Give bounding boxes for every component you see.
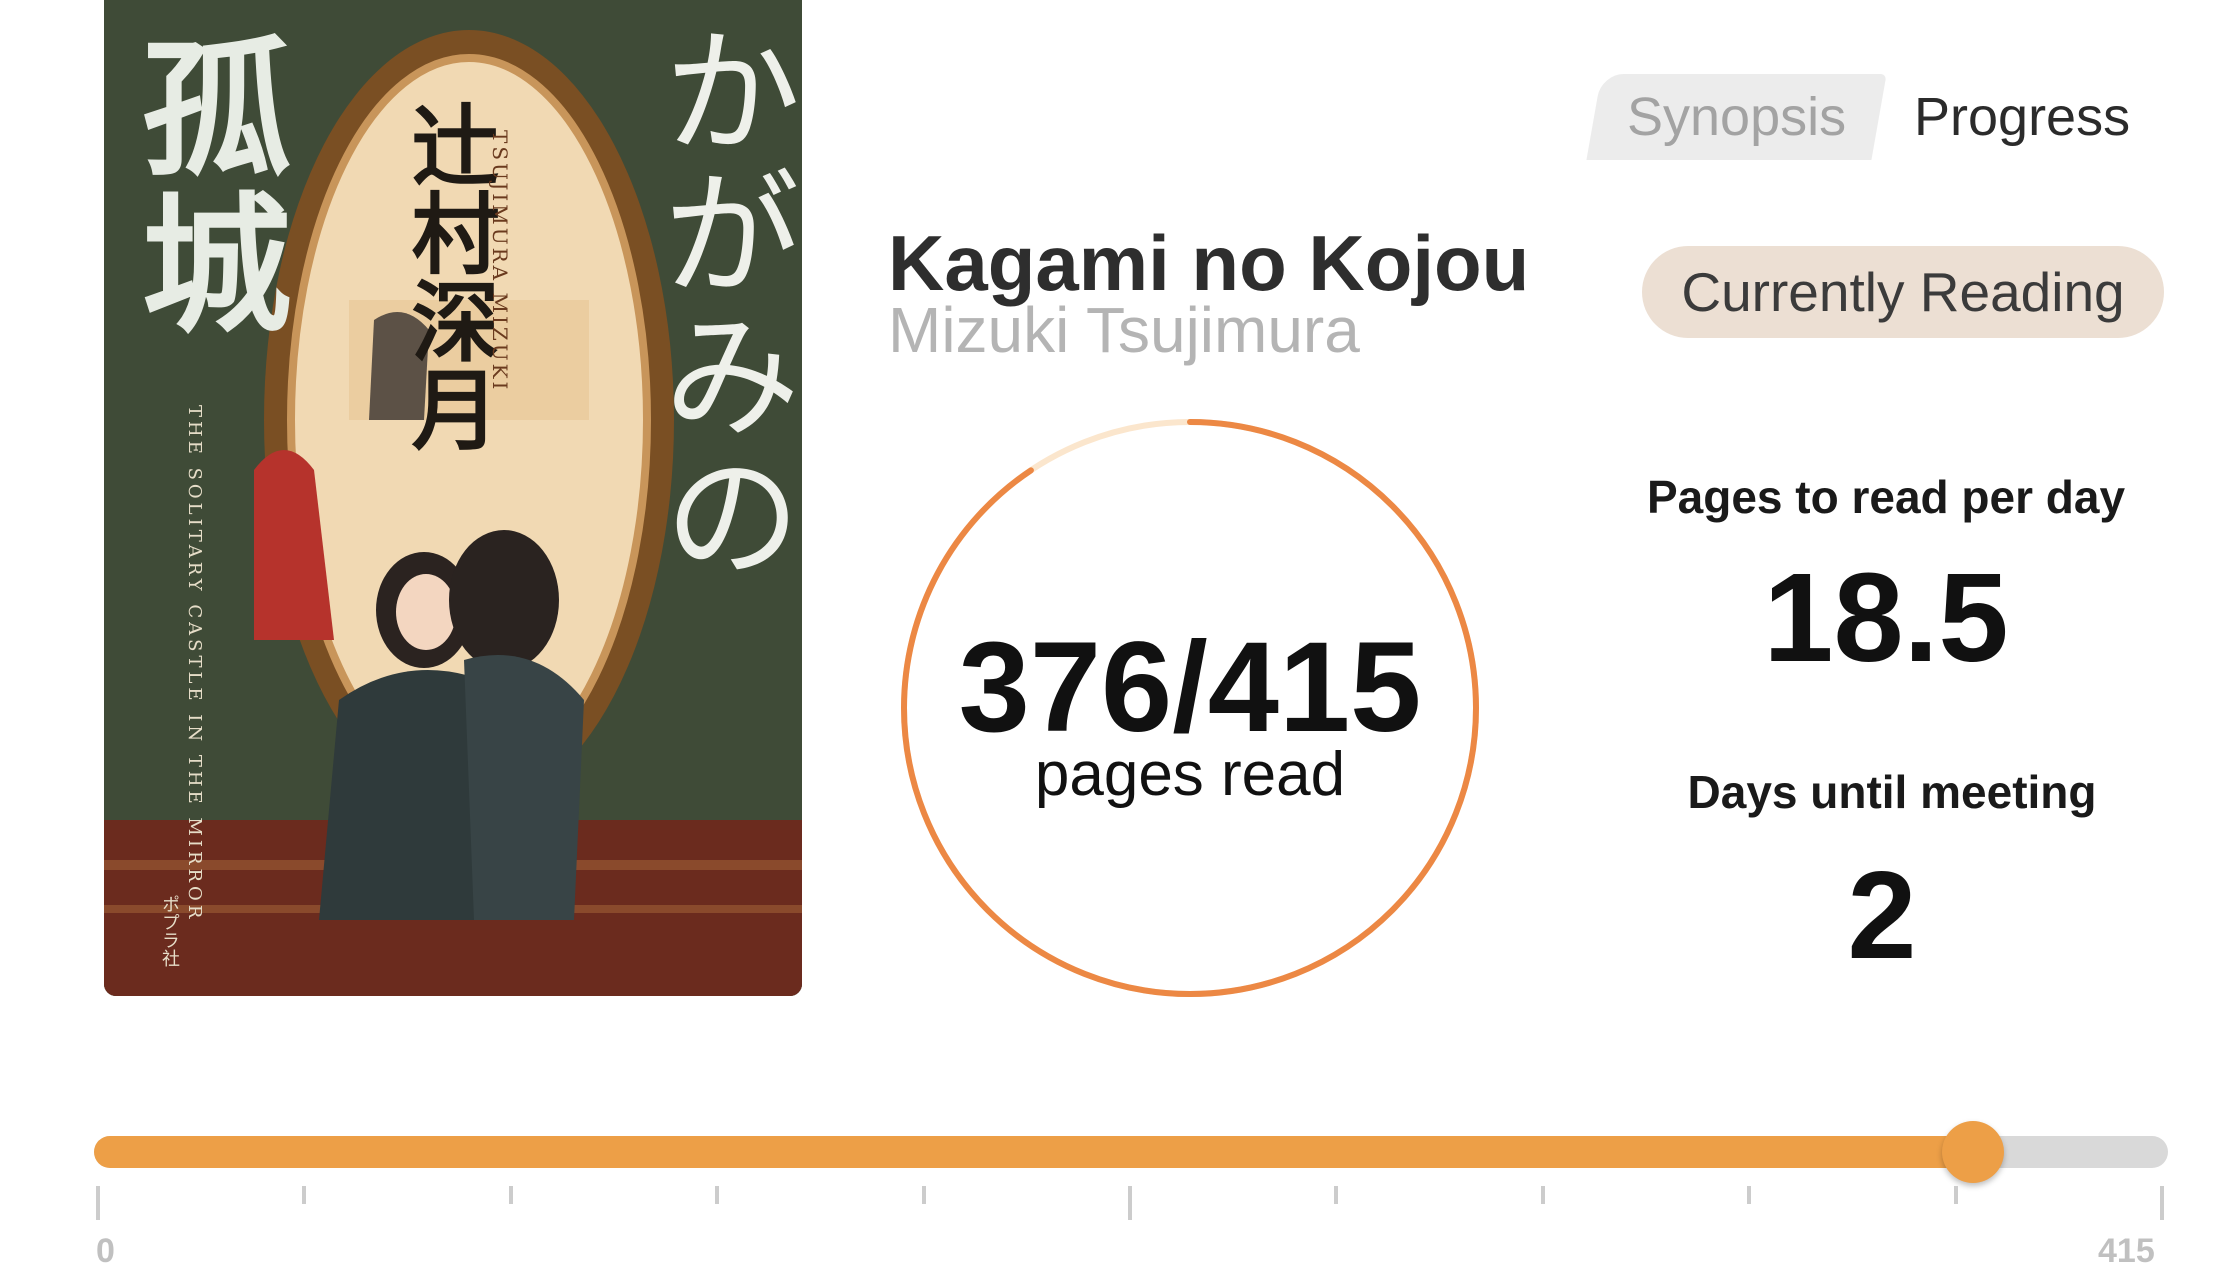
tab-synopsis-label: Synopsis <box>1626 87 1847 147</box>
cover-author-jp: 辻村深月 <box>397 100 501 452</box>
slider-tick <box>1128 1186 1132 1220</box>
tab-synopsis[interactable]: Synopsis <box>1586 74 1887 160</box>
days-until-meeting-label: Days until meeting <box>1687 766 2097 818</box>
slider-tick <box>715 1186 720 1204</box>
slider-tick <box>2160 1186 2164 1220</box>
slider-tick <box>1334 1186 1339 1204</box>
cover-title-kanji: 孤城 <box>116 30 292 342</box>
cover-title-kana: かがみの <box>639 20 800 588</box>
slider-tick <box>1747 1186 1752 1204</box>
status-badge[interactable]: Currently Reading <box>1642 246 2164 338</box>
progress-slider-track[interactable] <box>94 1136 2168 1168</box>
slider-tick <box>1540 1186 1545 1204</box>
cover-author-romaji: TSUJIMURA MIZUKI <box>488 130 512 393</box>
slider-tick <box>96 1186 100 1220</box>
pages-per-day-label: Pages to read per day <box>1646 471 2126 523</box>
slider-tick <box>921 1186 926 1204</box>
pages-read-caption: pages read <box>1034 740 1346 809</box>
cover-publisher: ポプラ社 <box>159 895 180 967</box>
progress-slider-thumb[interactable] <box>1942 1121 2005 1183</box>
pages-read-count: 376/415 <box>958 616 1422 759</box>
book-author: Mizuki Tsujimura <box>888 294 1360 366</box>
progress-slider-fill <box>94 1136 1974 1168</box>
slider-tick <box>508 1186 513 1204</box>
slider-tick <box>302 1186 307 1204</box>
tab-progress[interactable]: Progress <box>1914 74 2130 160</box>
slider-min-label: 0 <box>96 1232 115 1270</box>
book-cover: 孤城 かがみの 辻村深月 TSUJIMURA MIZUKI THE SOLITA… <box>104 0 802 996</box>
slider-tick <box>1953 1186 1958 1204</box>
slider-max-label: 415 <box>2098 1232 2155 1270</box>
pages-per-day-value: 18.5 <box>1763 547 2009 688</box>
cover-subtitle-en: THE SOLITARY CASTLE IN THE MIRROR <box>184 405 205 923</box>
days-until-meeting-value: 2 <box>1847 847 1917 985</box>
